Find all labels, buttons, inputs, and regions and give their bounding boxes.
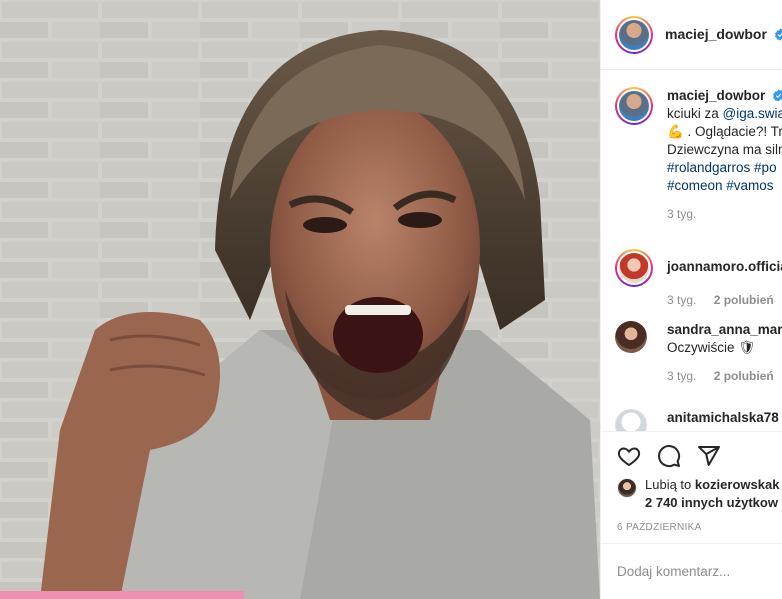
pink-overlay-bar xyxy=(0,591,244,599)
comment-username[interactable]: joannamoro.officia xyxy=(667,259,782,274)
add-comment-input[interactable] xyxy=(617,564,777,579)
likes-summary[interactable]: Lubią to kozierowskak 2 740 innych użytk… xyxy=(617,476,779,512)
verified-badge-icon xyxy=(775,27,782,41)
comment-avatar[interactable] xyxy=(615,249,653,287)
comment-item: joannamoro.officia 3 tyg. 2 polubień O xyxy=(615,249,782,307)
author-avatar[interactable] xyxy=(615,15,653,54)
comment-time[interactable]: 3 tyg. xyxy=(667,369,696,383)
verified-badge-icon xyxy=(773,89,782,102)
post-photo-image xyxy=(0,0,600,599)
caption-time[interactable]: 3 tyg. xyxy=(667,207,696,221)
comment-item: sandra_anna_maria Oczywiście 🛡 3 tyg. 2 … xyxy=(615,321,782,383)
caption-hashtags[interactable]: #comeon #vamos xyxy=(667,177,782,195)
caption-mention-link[interactable]: @iga.swia xyxy=(723,106,782,121)
post-date[interactable]: 6 PAŹDZIERNIKA xyxy=(617,522,702,533)
caption-line: 💪 . Oglądacie?! Tr xyxy=(667,124,782,139)
comment-username[interactable]: sandra_anna_maria xyxy=(667,321,782,339)
liker-avatar[interactable] xyxy=(617,478,637,498)
comment-username[interactable]: anitamichalska78 xyxy=(667,410,779,425)
liker-username[interactable]: kozierowskak xyxy=(695,477,780,492)
share-icon[interactable] xyxy=(697,444,721,468)
comment-time[interactable]: 3 tyg. xyxy=(667,293,696,307)
comment-icon[interactable] xyxy=(657,444,681,468)
post-header: maciej_dowbor xyxy=(601,0,782,70)
post-photo[interactable] xyxy=(0,0,600,599)
comment-item: anitamichalska78 xyxy=(615,409,782,431)
comment-likes[interactable]: 2 polubień xyxy=(714,293,774,307)
post-actions: Lubią to kozierowskak 2 740 innych użytk… xyxy=(601,431,782,541)
author-username[interactable]: maciej_dowbor xyxy=(665,26,767,42)
caption-text: kciuki za xyxy=(667,106,723,121)
caption-hashtags[interactable]: #rolandgarros #po xyxy=(667,159,782,177)
add-comment-bar xyxy=(601,543,782,599)
heart-icon[interactable] xyxy=(617,444,641,468)
comments-list[interactable]: maciej_dowbor kciuki za @iga.swia 💪 . Og… xyxy=(601,71,782,431)
comment-avatar[interactable] xyxy=(615,321,647,353)
likes-count[interactable]: 2 740 innych użytkow xyxy=(645,494,779,512)
comment-avatar[interactable] xyxy=(615,409,647,431)
likes-prefix: Lubią to xyxy=(645,477,695,492)
caption-line: Dziewczyna ma siln xyxy=(667,142,782,157)
post-side-panel: maciej_dowbor maciej_dowbor kciuki za @i… xyxy=(600,0,782,599)
caption: maciej_dowbor kciuki za @iga.swia 💪 . Og… xyxy=(615,87,782,221)
comment-likes[interactable]: 2 polubień xyxy=(714,369,774,383)
caption-username[interactable]: maciej_dowbor xyxy=(667,88,765,103)
caption-avatar[interactable] xyxy=(615,87,653,125)
comment-text: Oczywiście 🛡 xyxy=(667,340,756,355)
